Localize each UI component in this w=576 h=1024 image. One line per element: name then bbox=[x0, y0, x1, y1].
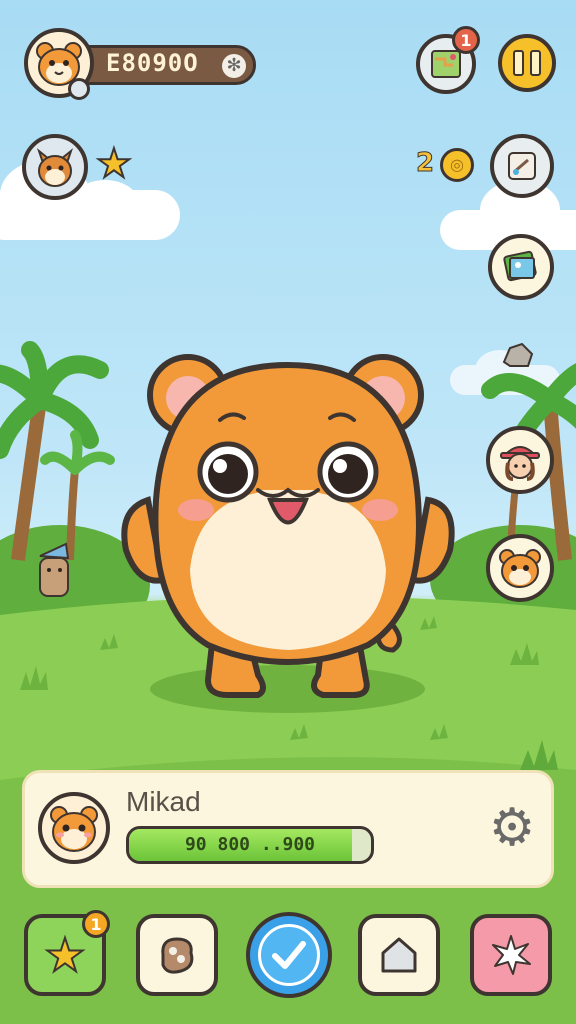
villager-icon[interactable] bbox=[36, 538, 72, 598]
pet-portrait[interactable] bbox=[38, 792, 110, 864]
cookie-icon bbox=[161, 937, 194, 974]
special-button[interactable] bbox=[470, 914, 552, 996]
map-icon bbox=[431, 50, 461, 78]
counter-value: 2 bbox=[415, 148, 435, 179]
home-button[interactable] bbox=[358, 914, 440, 996]
favorites-badge: 1 bbox=[82, 910, 110, 938]
paint-button[interactable] bbox=[490, 134, 554, 198]
burst-icon bbox=[492, 935, 531, 975]
pet-select-button[interactable] bbox=[486, 534, 554, 602]
character-girl-button[interactable] bbox=[486, 426, 554, 494]
coin-settings-icon[interactable]: ✻ bbox=[222, 54, 246, 78]
confirm-button[interactable] bbox=[246, 912, 332, 998]
hamster-portrait-icon bbox=[50, 806, 98, 852]
food-button[interactable] bbox=[136, 914, 218, 996]
search-icon[interactable] bbox=[68, 78, 90, 100]
paint-icon bbox=[508, 152, 536, 180]
friend-avatar-button[interactable] bbox=[22, 134, 88, 200]
gallery-button[interactable] bbox=[488, 234, 554, 300]
girl-avatar-icon bbox=[500, 446, 540, 481]
house-icon bbox=[381, 937, 417, 973]
hamster-icon bbox=[499, 549, 541, 588]
pause-button[interactable] bbox=[498, 34, 556, 92]
checkmark-icon bbox=[272, 941, 306, 969]
settings-gear-icon[interactable]: ⚙ bbox=[484, 800, 540, 856]
progress-text: 90 800 ..900 bbox=[184, 834, 316, 855]
star-icon[interactable]: ★ bbox=[95, 140, 133, 188]
coins-value: E8090O bbox=[106, 49, 199, 77]
pet-name: Mikad bbox=[126, 786, 201, 817]
star-icon: ★ bbox=[43, 928, 86, 982]
pet-character[interactable] bbox=[108, 350, 468, 700]
photo-icon bbox=[503, 250, 537, 282]
notification-badge: 1 bbox=[452, 26, 480, 54]
game-screen: E8090O ✻ 1 ★ 2 ◎ Mikad 90 800 ..900 ⚙ ★ … bbox=[0, 0, 576, 1024]
gold-coin-icon[interactable]: ◎ bbox=[440, 148, 474, 182]
fox-avatar-icon bbox=[36, 148, 74, 187]
rock-icon[interactable] bbox=[500, 340, 536, 370]
pause-icon bbox=[513, 50, 541, 76]
